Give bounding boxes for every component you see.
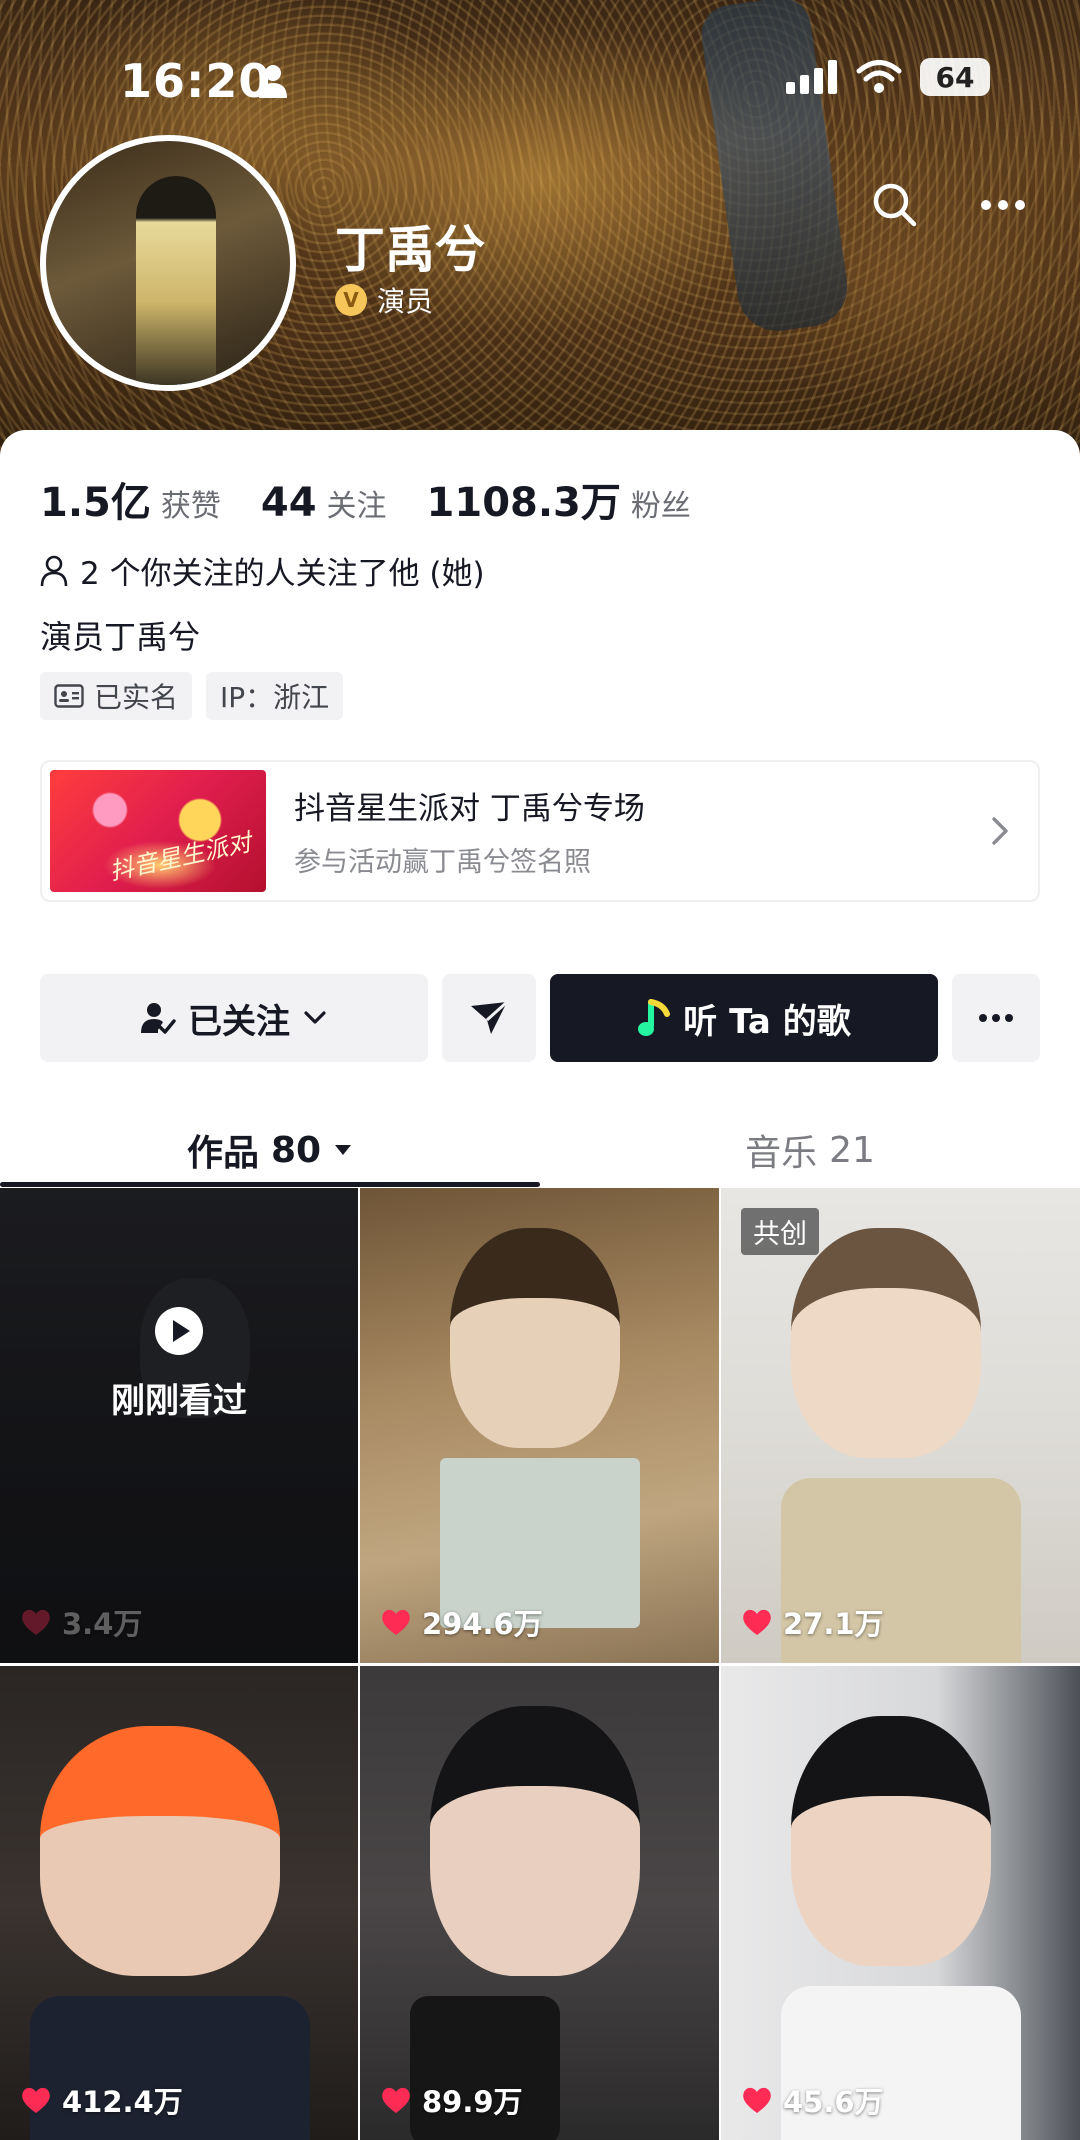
heart-icon: [382, 1609, 410, 1635]
following-button[interactable]: 已关注: [40, 974, 428, 1062]
realname-tag[interactable]: 已实名: [40, 672, 193, 720]
battery-indicator: 64: [920, 58, 990, 96]
heart-icon: [743, 1609, 771, 1635]
profile-stats: 1.5亿 获赞 44 关注 1108.3万 粉丝: [40, 470, 731, 528]
promo-title: 抖音星生派对 丁禹兮专场: [294, 791, 645, 827]
stat-followers[interactable]: 1108.3万 粉丝: [427, 470, 691, 528]
music-note-icon: [638, 999, 671, 1036]
tab-count: 21: [829, 1129, 875, 1171]
stat-value: 44: [260, 480, 317, 526]
stat-following[interactable]: 44 关注: [261, 480, 387, 526]
caret-down-icon: [335, 1145, 352, 1155]
wifi-icon: [856, 60, 902, 93]
like-count-text: 294.6万: [422, 1607, 543, 1641]
verified-label: 演员: [377, 285, 434, 318]
action-buttons: 已关注 听 Ta 的歌: [40, 974, 1040, 1062]
thumbnail-figure: [450, 1228, 620, 1448]
search-icon[interactable]: [870, 180, 920, 230]
like-count: 412.4万: [20, 2079, 183, 2121]
like-count-text: 412.4万: [62, 2085, 183, 2119]
like-count: 27.1万: [741, 1601, 884, 1643]
avatar[interactable]: [40, 135, 296, 391]
video-grid: 刚刚看过 3.4万 294.6万 共创 27.1万 412.4万 89.9万 4…: [0, 1188, 1080, 2140]
more-options-icon[interactable]: [978, 190, 1028, 220]
recently-watched-label: 刚刚看过: [111, 1381, 247, 1421]
video-thumbnail[interactable]: 412.4万: [0, 1666, 358, 2140]
like-count-text: 27.1万: [783, 1607, 884, 1641]
status-indicators: 64: [786, 58, 990, 96]
watched-overlay: [0, 1188, 358, 1663]
send-message-button[interactable]: [442, 974, 536, 1062]
stat-label: 获赞: [160, 489, 221, 524]
like-count: 3.4万: [20, 1601, 142, 1643]
heart-icon: [382, 2087, 410, 2113]
tab-label: 作品: [186, 1133, 259, 1174]
promo-image: 抖音星生派对: [50, 770, 266, 892]
person-status-icon: [259, 65, 287, 98]
like-count: 45.6万: [741, 2079, 884, 2121]
promo-image-text: 抖音星生派对: [107, 828, 254, 886]
stat-value: 1.5亿: [40, 480, 151, 526]
thumbnail-figure: [430, 1706, 640, 1976]
heart-icon: [22, 1609, 50, 1635]
mutual-followers[interactable]: 2 个你关注的人关注了他 (她): [40, 548, 485, 593]
heart-icon: [743, 2087, 771, 2113]
video-thumbnail[interactable]: 45.6万: [721, 1666, 1080, 2140]
verified-badge-icon: V: [335, 284, 367, 316]
verification-row: V 演员: [335, 280, 433, 320]
person-outline-icon: [40, 555, 68, 586]
promo-subtitle: 参与活动赢丁禹兮签名照: [294, 847, 591, 878]
tab-works[interactable]: 作品 80: [0, 1110, 540, 1190]
id-card-icon: [54, 684, 84, 708]
mutual-text: 2 个你关注的人关注了他 (她): [80, 556, 485, 592]
heart-icon: [22, 2087, 50, 2113]
more-actions-button[interactable]: [952, 974, 1040, 1062]
stat-value: 1108.3万: [426, 480, 621, 526]
promo-text: 抖音星生派对 丁禹兮专场 参与活动赢丁禹兮签名照: [294, 783, 980, 879]
like-count-text: 89.9万: [422, 2085, 523, 2119]
promo-banner[interactable]: 抖音星生派对 抖音星生派对 丁禹兮专场 参与活动赢丁禹兮签名照: [40, 760, 1040, 902]
profile-tags: 已实名 IP：浙江: [40, 672, 344, 720]
like-count-text: 45.6万: [783, 2085, 884, 2119]
tab-count: 80: [270, 1129, 322, 1171]
listen-songs-label: 听 Ta 的歌: [683, 1001, 851, 1042]
video-thumbnail[interactable]: 89.9万: [360, 1666, 719, 2140]
video-thumbnail[interactable]: 共创 27.1万: [721, 1188, 1080, 1663]
like-count: 294.6万: [380, 1601, 543, 1643]
more-dots-icon: [979, 1014, 1013, 1022]
stat-likes[interactable]: 1.5亿 获赞: [40, 470, 221, 528]
send-icon: [471, 1000, 509, 1034]
ip-label: IP：浙江: [220, 681, 330, 714]
chevron-right-icon: [992, 817, 1008, 845]
status-time: 16:20: [120, 54, 272, 108]
profile-name: 丁禹兮: [335, 221, 485, 279]
play-icon: [155, 1307, 203, 1355]
person-check-icon: [141, 1003, 176, 1034]
ip-tag: IP：浙江: [206, 672, 344, 720]
avatar-figure: [136, 176, 216, 385]
chevron-down-icon: [304, 1011, 326, 1024]
tab-label: 音乐: [745, 1133, 818, 1174]
co-create-badge: 共创: [741, 1208, 819, 1255]
following-label: 已关注: [188, 1001, 290, 1042]
realname-label: 已实名: [94, 681, 179, 714]
stat-label: 粉丝: [630, 489, 691, 524]
thumbnail-figure: [40, 1726, 280, 1976]
video-thumbnail[interactable]: 294.6万: [360, 1188, 719, 1663]
thumbnail-figure: [791, 1716, 991, 1966]
bio: 演员丁禹兮: [40, 618, 201, 656]
status-bar: 16:20 64: [0, 48, 1080, 108]
signal-icon: [786, 60, 837, 94]
stat-label: 关注: [326, 489, 387, 524]
active-tab-indicator: [0, 1182, 540, 1187]
tab-music[interactable]: 音乐 21: [540, 1110, 1080, 1190]
thumbnail-figure: [791, 1228, 981, 1458]
like-count: 89.9万: [380, 2079, 523, 2121]
listen-songs-button[interactable]: 听 Ta 的歌: [550, 974, 938, 1062]
like-count-text: 3.4万: [62, 1607, 143, 1641]
video-thumbnail[interactable]: 刚刚看过 3.4万: [0, 1188, 358, 1663]
